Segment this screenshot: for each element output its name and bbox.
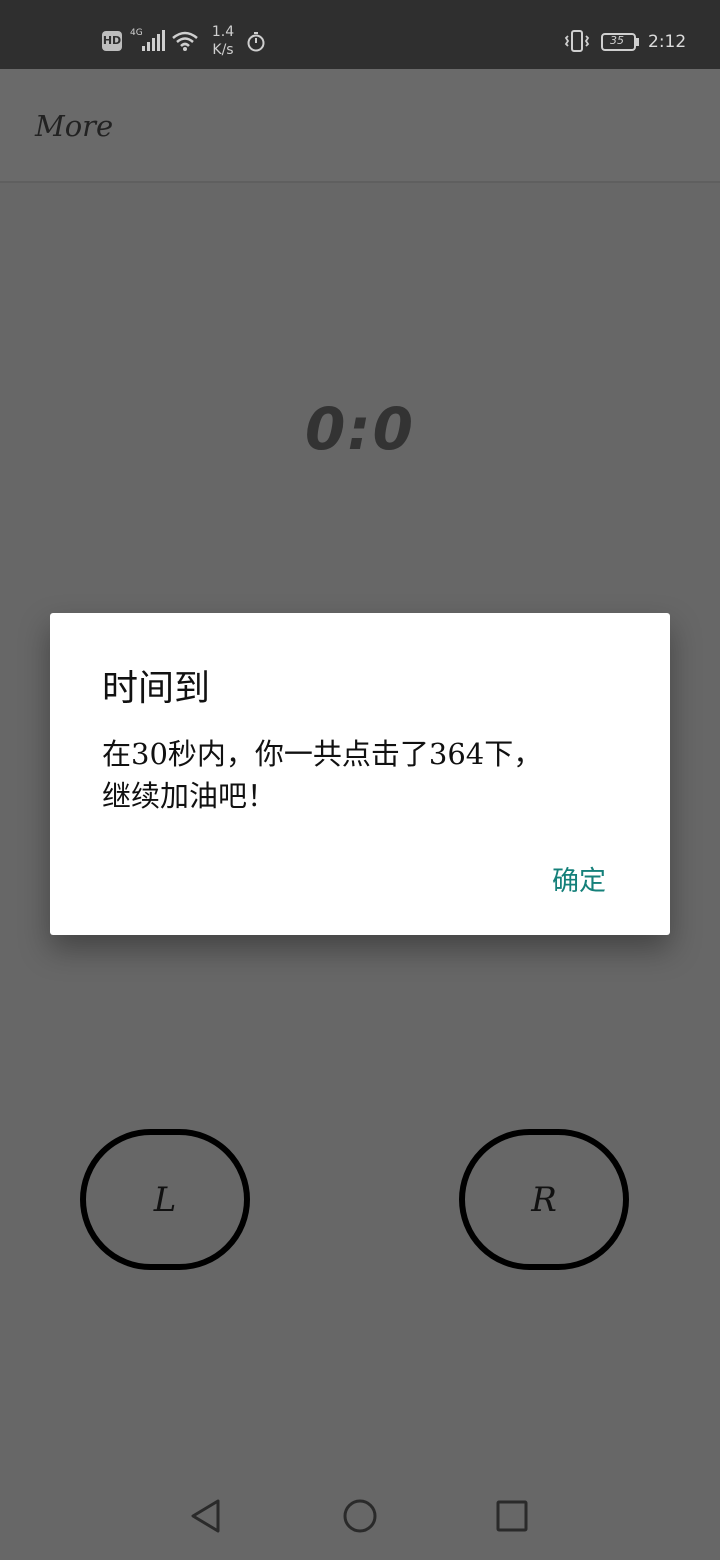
vibrate-icon bbox=[564, 30, 590, 52]
timer-icon bbox=[247, 32, 265, 52]
app-screen: HD 4G 1.4 K/s 35 2:12 More 0:0 L R 时间到 在… bbox=[0, 0, 720, 1560]
battery-level: 35 bbox=[610, 34, 624, 47]
battery-icon: 35 bbox=[601, 33, 641, 51]
right-tap-label: R bbox=[531, 1179, 557, 1220]
left-tap-button[interactable]: L bbox=[80, 1129, 250, 1270]
recents-icon[interactable] bbox=[496, 1498, 528, 1534]
status-bar: HD 4G 1.4 K/s 35 2:12 bbox=[0, 0, 720, 69]
more-menu-button[interactable]: More bbox=[35, 109, 113, 143]
confirm-button[interactable]: 确定 bbox=[552, 859, 606, 898]
status-time: 2:12 bbox=[648, 32, 687, 52]
dialog-title: 时间到 bbox=[102, 668, 211, 709]
right-tap-button[interactable]: R bbox=[459, 1129, 629, 1270]
hd-icon: HD bbox=[102, 31, 122, 51]
signal-icon bbox=[142, 30, 165, 51]
network-speed-unit: K/s bbox=[212, 42, 234, 58]
home-icon[interactable] bbox=[342, 1498, 378, 1534]
dialog-message: 在30秒内，你一共点击了364下， 继续加油吧！ bbox=[102, 737, 543, 813]
network-speed: 1.4 K/s bbox=[208, 23, 238, 59]
left-tap-label: L bbox=[153, 1179, 177, 1220]
back-icon[interactable] bbox=[188, 1498, 224, 1534]
network-speed-value: 1.4 bbox=[211, 24, 235, 40]
time-up-dialog: 时间到 在30秒内，你一共点击了364下， 继续加油吧！ 确定 bbox=[50, 613, 670, 935]
score-display: 0:0 bbox=[305, 395, 415, 463]
wifi-icon bbox=[172, 31, 198, 51]
app-bar: More bbox=[0, 69, 720, 183]
system-nav-bar bbox=[0, 1470, 720, 1560]
